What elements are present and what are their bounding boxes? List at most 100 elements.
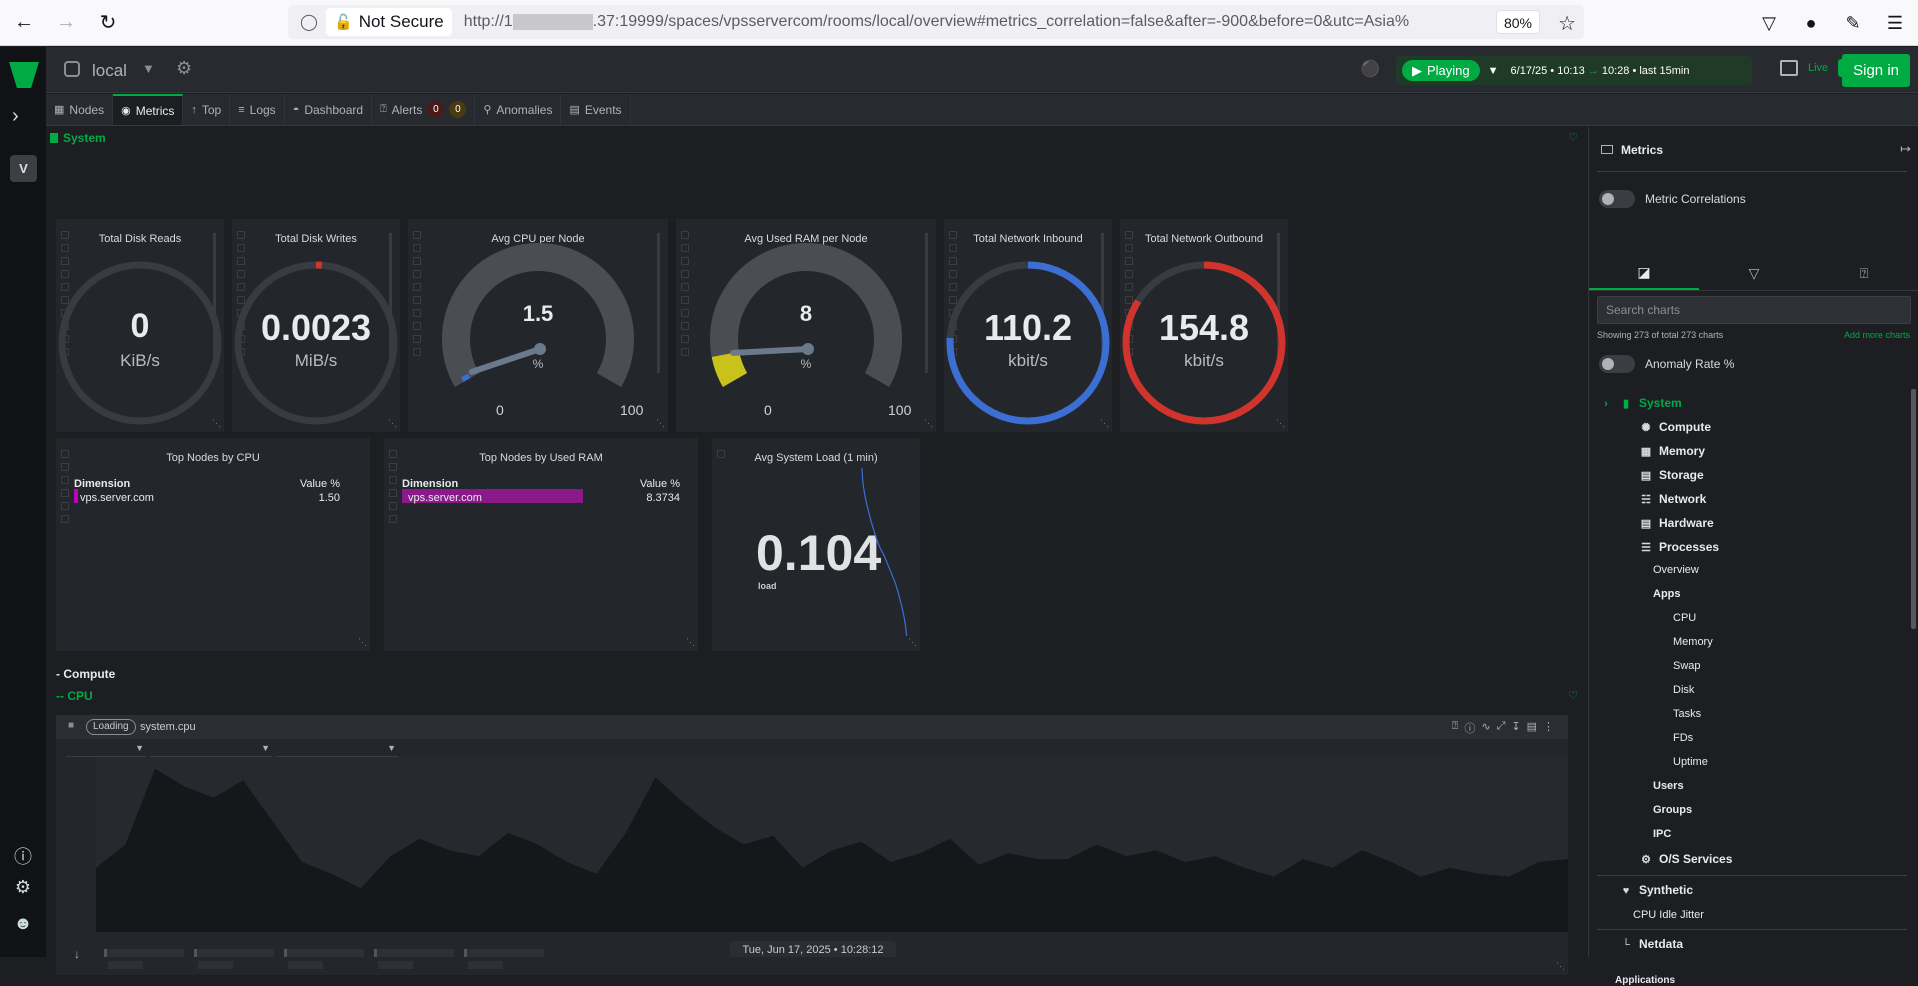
space-avatar[interactable]: V bbox=[10, 155, 37, 182]
time-range-picker[interactable]: 6/17/25 • 10:13 → 10:28 • last 15min bbox=[1511, 65, 1690, 77]
heart-icon[interactable]: ♡ bbox=[1568, 689, 1578, 702]
not-secure-badge[interactable]: 🔓 Not Secure bbox=[326, 8, 452, 36]
tree-item-memory[interactable]: ▦ Memory bbox=[1639, 444, 1705, 458]
resize-handle-icon[interactable]: ⋱ bbox=[686, 637, 695, 648]
dimension-filter-select[interactable]: ▼ bbox=[276, 741, 398, 757]
tree-item-applications[interactable]: Applications bbox=[1615, 975, 1675, 986]
info-icon[interactable]: ⓘ bbox=[1464, 720, 1475, 736]
room-settings-icon[interactable]: ⚙ bbox=[176, 58, 192, 79]
legend-item[interactable] bbox=[374, 949, 454, 971]
tree-item-netdata[interactable]: └ Netdata bbox=[1619, 937, 1683, 951]
resize-handle-icon[interactable]: ⋱ bbox=[388, 418, 397, 429]
tab-alerts-icon[interactable]: ⍰ bbox=[1809, 257, 1918, 290]
tree-item-apps[interactable]: Apps bbox=[1653, 588, 1681, 600]
tree-item-apps-swap[interactable]: Swap bbox=[1673, 660, 1701, 672]
user-icon[interactable]: ☻ bbox=[12, 913, 34, 935]
account-icon[interactable]: ● bbox=[1796, 8, 1826, 38]
node-filter-select[interactable]: ▼ bbox=[150, 741, 272, 757]
tree-item-apps-disk[interactable]: Disk bbox=[1673, 684, 1694, 696]
chevron-down-icon[interactable]: ▼ bbox=[142, 61, 155, 76]
extensions-icon[interactable]: ✎ bbox=[1838, 8, 1868, 38]
gauge-value: 154.8 bbox=[1158, 307, 1250, 348]
download-icon[interactable]: ↧ bbox=[1511, 720, 1520, 736]
tree-item-processes[interactable]: ☰ Processes bbox=[1639, 540, 1719, 554]
legend-item[interactable] bbox=[464, 949, 544, 971]
arrow-down-icon[interactable]: ↓ bbox=[74, 947, 80, 961]
shield-icon[interactable]: ◯ bbox=[294, 7, 324, 37]
save-icon[interactable]: ▤ bbox=[1527, 720, 1537, 736]
resize-handle-icon[interactable]: ⋱ bbox=[1556, 961, 1565, 972]
chart-type-icon[interactable]: ∿ bbox=[1481, 720, 1490, 736]
tab-alerts[interactable]: ⍰ Alerts 0 0 bbox=[372, 94, 476, 125]
bookmark-star-icon[interactable]: ☆ bbox=[1558, 11, 1576, 36]
alert-icon[interactable]: ⍰ bbox=[1452, 720, 1459, 736]
resize-handle-icon[interactable]: ⋱ bbox=[358, 637, 367, 648]
tree-item-groups[interactable]: Groups bbox=[1653, 804, 1692, 816]
sidebar-scrollbar[interactable] bbox=[1911, 389, 1916, 629]
settings-icon[interactable]: ⚙ bbox=[12, 877, 34, 899]
forward-icon[interactable]: → bbox=[48, 5, 84, 41]
url-text[interactable]: http://1 .37:19999/spaces/vpsservercom/ro… bbox=[464, 13, 1484, 31]
tree-item-apps-cpu[interactable]: CPU bbox=[1673, 612, 1696, 624]
tree-item-compute[interactable]: ✺ Compute bbox=[1639, 420, 1711, 434]
add-more-charts-link[interactable]: Add more charts bbox=[1844, 330, 1910, 340]
tab-nodes[interactable]: ▦ Nodes bbox=[46, 94, 114, 125]
resize-handle-icon[interactable]: ⋱ bbox=[908, 637, 917, 648]
tab-top[interactable]: ↑ Top bbox=[183, 94, 231, 125]
tree-item-hardware[interactable]: ▤ Hardware bbox=[1639, 516, 1714, 530]
netdata-logo-icon[interactable] bbox=[9, 62, 39, 88]
group-by-select[interactable]: ▼ bbox=[66, 741, 146, 757]
fullscreen-icon[interactable]: ⤢ bbox=[1497, 720, 1506, 736]
heart-icon[interactable]: ♡ bbox=[1568, 131, 1578, 144]
tree-item-apps-tasks[interactable]: Tasks bbox=[1673, 708, 1701, 720]
playing-dropdown-icon[interactable]: ▼ bbox=[1488, 65, 1499, 77]
tree-item-overview[interactable]: Overview bbox=[1653, 564, 1699, 576]
resize-handle-icon[interactable]: ⋱ bbox=[656, 418, 665, 429]
room-name[interactable]: local bbox=[92, 61, 127, 81]
resize-handle-icon[interactable]: ⋱ bbox=[1100, 418, 1109, 429]
help-icon[interactable]: ⓘ bbox=[12, 843, 34, 867]
address-bar[interactable]: ◯ 🔓 Not Secure http://1 .37:19999/spaces/… bbox=[288, 5, 1584, 39]
tree-item-synthetic[interactable]: ♥ Synthetic bbox=[1619, 883, 1693, 897]
tree-item-apps-uptime[interactable]: Uptime bbox=[1673, 756, 1708, 768]
legend-item[interactable] bbox=[284, 949, 364, 971]
tree-item-users[interactable]: Users bbox=[1653, 780, 1684, 792]
back-icon[interactable]: ← bbox=[6, 5, 42, 41]
tab-dashboard[interactable]: ◓ Dashboard bbox=[285, 94, 373, 125]
table-row-name[interactable]: vps.server.com bbox=[408, 492, 482, 504]
tree-item-apps-fds[interactable]: FDs bbox=[1673, 732, 1693, 744]
tab-metrics[interactable]: ◉ Metrics bbox=[113, 94, 184, 125]
tree-item-apps-memory[interactable]: Memory bbox=[1673, 636, 1713, 648]
tab-charts-icon[interactable]: ◪ bbox=[1589, 257, 1699, 290]
resize-handle-icon[interactable]: ⋱ bbox=[924, 418, 933, 429]
tab-anomalies[interactable]: ⚲ Anomalies bbox=[475, 94, 562, 125]
tree-item-storage[interactable]: ▤ Storage bbox=[1639, 468, 1704, 482]
cpu-area-chart[interactable] bbox=[56, 757, 1568, 947]
zoom-level[interactable]: 80% bbox=[1495, 10, 1540, 34]
resize-handle-icon[interactable]: ⋱ bbox=[212, 418, 221, 429]
tree-item-cpu-idle-jitter[interactable]: CPU Idle Jitter bbox=[1633, 909, 1704, 921]
metric-correlations-toggle[interactable] bbox=[1599, 190, 1635, 208]
collapse-panel-icon[interactable]: ↦ bbox=[1900, 141, 1911, 157]
pocket-icon[interactable]: ▽ bbox=[1754, 8, 1784, 38]
expand-sidebar-icon[interactable]: › bbox=[12, 105, 19, 128]
reload-icon[interactable]: ↻ bbox=[90, 5, 126, 41]
tree-item-network[interactable]: ☵ Network bbox=[1639, 492, 1706, 506]
tree-item-system[interactable]: › ▮ System bbox=[1599, 396, 1682, 410]
legend-item[interactable] bbox=[194, 949, 274, 971]
lightbulb-icon[interactable]: ⚫ bbox=[1360, 59, 1380, 79]
tab-logs[interactable]: ≡ Logs bbox=[230, 94, 285, 125]
anomaly-rate-toggle[interactable] bbox=[1599, 355, 1635, 373]
tab-events[interactable]: ▤ Events bbox=[561, 94, 631, 125]
menu-icon[interactable]: ☰ bbox=[1880, 8, 1910, 38]
tab-filter-icon[interactable]: ▽ bbox=[1699, 257, 1809, 290]
table-row-name[interactable]: vps.server.com bbox=[80, 492, 154, 504]
drag-handle-icon[interactable]: ⋮ bbox=[1543, 720, 1554, 736]
tree-item-os-services[interactable]: ⚙ O/S Services bbox=[1639, 852, 1732, 866]
playing-button[interactable]: ▶ Playing bbox=[1402, 60, 1480, 81]
resize-handle-icon[interactable]: ⋱ bbox=[1276, 418, 1285, 429]
sign-in-button[interactable]: Sign in bbox=[1842, 54, 1910, 87]
legend-item[interactable] bbox=[104, 949, 184, 971]
tree-item-ipc[interactable]: IPC bbox=[1653, 828, 1671, 840]
search-charts-input[interactable] bbox=[1597, 296, 1911, 324]
